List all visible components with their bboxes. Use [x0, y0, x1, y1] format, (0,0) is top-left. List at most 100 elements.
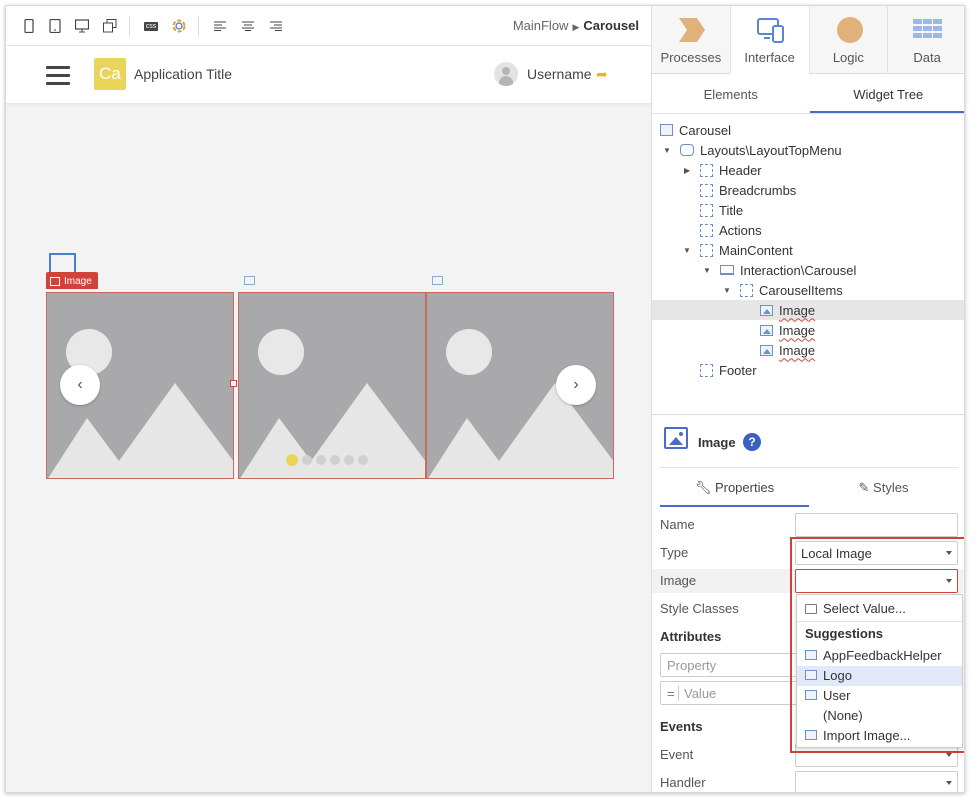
tab-widget-tree[interactable]: Widget Tree — [809, 74, 964, 113]
tablet-icon[interactable] — [46, 17, 64, 35]
carousel-dot[interactable] — [286, 454, 298, 466]
tab-logic[interactable]: Logic — [810, 6, 889, 74]
option-none[interactable]: (None) — [797, 706, 962, 726]
suggestions-heading: Suggestions — [805, 626, 884, 641]
logout-icon[interactable]: ➦ — [596, 66, 608, 83]
caret-down-icon[interactable]: ▼ — [723, 286, 731, 295]
help-icon[interactable]: ? — [743, 433, 761, 451]
image-icon — [805, 730, 817, 740]
data-icon — [913, 19, 943, 38]
multi-device-icon[interactable] — [101, 17, 119, 35]
css-icon[interactable]: css — [142, 17, 160, 35]
toolbar-divider — [129, 16, 130, 36]
tree-item-title[interactable]: Title — [652, 200, 964, 220]
carousel-dot[interactable] — [316, 455, 326, 465]
align-left-icon[interactable] — [211, 17, 229, 35]
window: css MainFlow ▶ Carousel Ca Application Tit… — [5, 5, 965, 793]
select-value-option[interactable]: Select Value... — [797, 599, 962, 619]
divider — [797, 621, 962, 622]
image-icon — [50, 277, 60, 286]
placeholder-icon — [700, 163, 713, 177]
type-label: Type — [660, 545, 689, 560]
attribute-value-input[interactable]: = Value — [660, 681, 810, 705]
align-right-icon[interactable] — [267, 17, 285, 35]
chevron-down-icon — [946, 781, 952, 785]
image-icon — [760, 344, 773, 356]
tree-item-maincontent[interactable]: ▼ MainContent — [652, 240, 964, 260]
attribute-property-input[interactable]: Property — [660, 653, 810, 677]
tab-processes[interactable]: Processes — [652, 6, 731, 74]
tree-item-actions[interactable]: Actions — [652, 220, 964, 240]
image-icon — [760, 324, 773, 336]
option-appfeedbackhelper[interactable]: AppFeedbackHelper — [797, 646, 962, 666]
tab-interface[interactable]: Interface — [730, 6, 810, 75]
selected-widget-tag: Image — [46, 272, 98, 289]
option-user[interactable]: User — [797, 686, 962, 706]
image-icon — [805, 670, 817, 680]
image-widget-icon — [664, 427, 688, 449]
caret-right-icon[interactable]: ▶ — [684, 166, 690, 175]
name-label: Name — [660, 517, 695, 532]
image-icon — [805, 690, 817, 700]
name-input[interactable] — [795, 513, 958, 537]
logic-icon — [836, 17, 863, 43]
image-icon — [244, 276, 255, 285]
style-classes-label: Style Classes — [660, 601, 739, 616]
block-instance-icon — [720, 265, 734, 275]
image-icon — [432, 276, 443, 285]
selected-widget-label: Image — [64, 276, 92, 287]
desktop-icon[interactable] — [73, 17, 91, 35]
placeholder-icon — [700, 223, 713, 237]
tab-styles[interactable]: ✎ Styles — [809, 468, 958, 507]
tab-data[interactable]: Data — [888, 6, 964, 74]
placeholder-mountains — [240, 383, 425, 478]
caret-down-icon[interactable]: ▼ — [703, 266, 711, 275]
theme-icon[interactable] — [170, 17, 188, 35]
design-canvas[interactable]: css MainFlow ▶ Carousel Ca Application Tit… — [6, 6, 651, 792]
brush-icon: ✎ — [858, 480, 874, 495]
carousel-dot[interactable] — [344, 455, 354, 465]
carousel-prev-button[interactable]: ‹ — [60, 365, 100, 405]
tree-item-carousel[interactable]: Carousel — [652, 120, 964, 140]
tree-item-breadcrumbs[interactable]: Breadcrumbs — [652, 180, 964, 200]
tree-item-carouselitems[interactable]: ▼ CarouselItems — [652, 280, 964, 300]
interface-icon — [756, 18, 784, 43]
placeholder-icon — [740, 283, 753, 297]
breadcrumb-flow[interactable]: MainFlow — [513, 18, 569, 33]
handler-label: Handler — [660, 775, 706, 790]
chevron-right-icon: ▶ — [572, 22, 580, 32]
option-logo[interactable]: Logo — [797, 666, 962, 686]
app-title: Application Title — [134, 66, 233, 82]
image-dropdown: Select Value... Suggestions AppFeedbackH… — [796, 594, 963, 748]
properties-tabs: 🔧︎ Properties ✎ Styles — [660, 467, 958, 507]
tree-item-header[interactable]: ▶ Header — [652, 160, 964, 180]
tab-elements[interactable]: Elements — [652, 74, 810, 113]
tab-properties[interactable]: 🔧︎ Properties — [660, 468, 809, 507]
tree-item-image[interactable]: Image — [652, 320, 964, 340]
main-tabs: Processes Interface Logic Data — [652, 6, 964, 75]
phone-icon[interactable] — [20, 17, 38, 35]
menu-icon[interactable] — [46, 66, 70, 90]
placeholder-icon — [700, 203, 713, 217]
attributes-heading: Attributes — [660, 629, 722, 644]
tree-item-layout[interactable]: ▼ Layouts\LayoutTopMenu — [652, 140, 964, 160]
align-center-icon[interactable] — [239, 17, 257, 35]
carousel-dot[interactable] — [358, 455, 368, 465]
image-icon — [760, 304, 773, 316]
handler-select[interactable] — [795, 771, 958, 792]
tree-item-interaction-carousel[interactable]: ▼ Interaction\Carousel — [652, 260, 964, 280]
caret-down-icon[interactable]: ▼ — [683, 246, 691, 255]
caret-down-icon[interactable]: ▼ — [663, 146, 671, 155]
carousel-slide-2[interactable] — [238, 292, 426, 479]
resize-handle[interactable] — [230, 380, 237, 387]
carousel-dot[interactable] — [302, 455, 312, 465]
app-logo: Ca — [94, 58, 126, 90]
option-import-image[interactable]: Import Image... — [797, 726, 962, 746]
avatar — [494, 62, 518, 86]
carousel-next-button[interactable]: › — [556, 365, 596, 405]
image-label: Image — [660, 573, 697, 588]
tree-item-image[interactable]: Image — [652, 300, 964, 320]
carousel-dot[interactable] — [330, 455, 340, 465]
tree-item-footer[interactable]: Footer — [652, 360, 964, 380]
tree-item-image[interactable]: Image — [652, 340, 964, 360]
